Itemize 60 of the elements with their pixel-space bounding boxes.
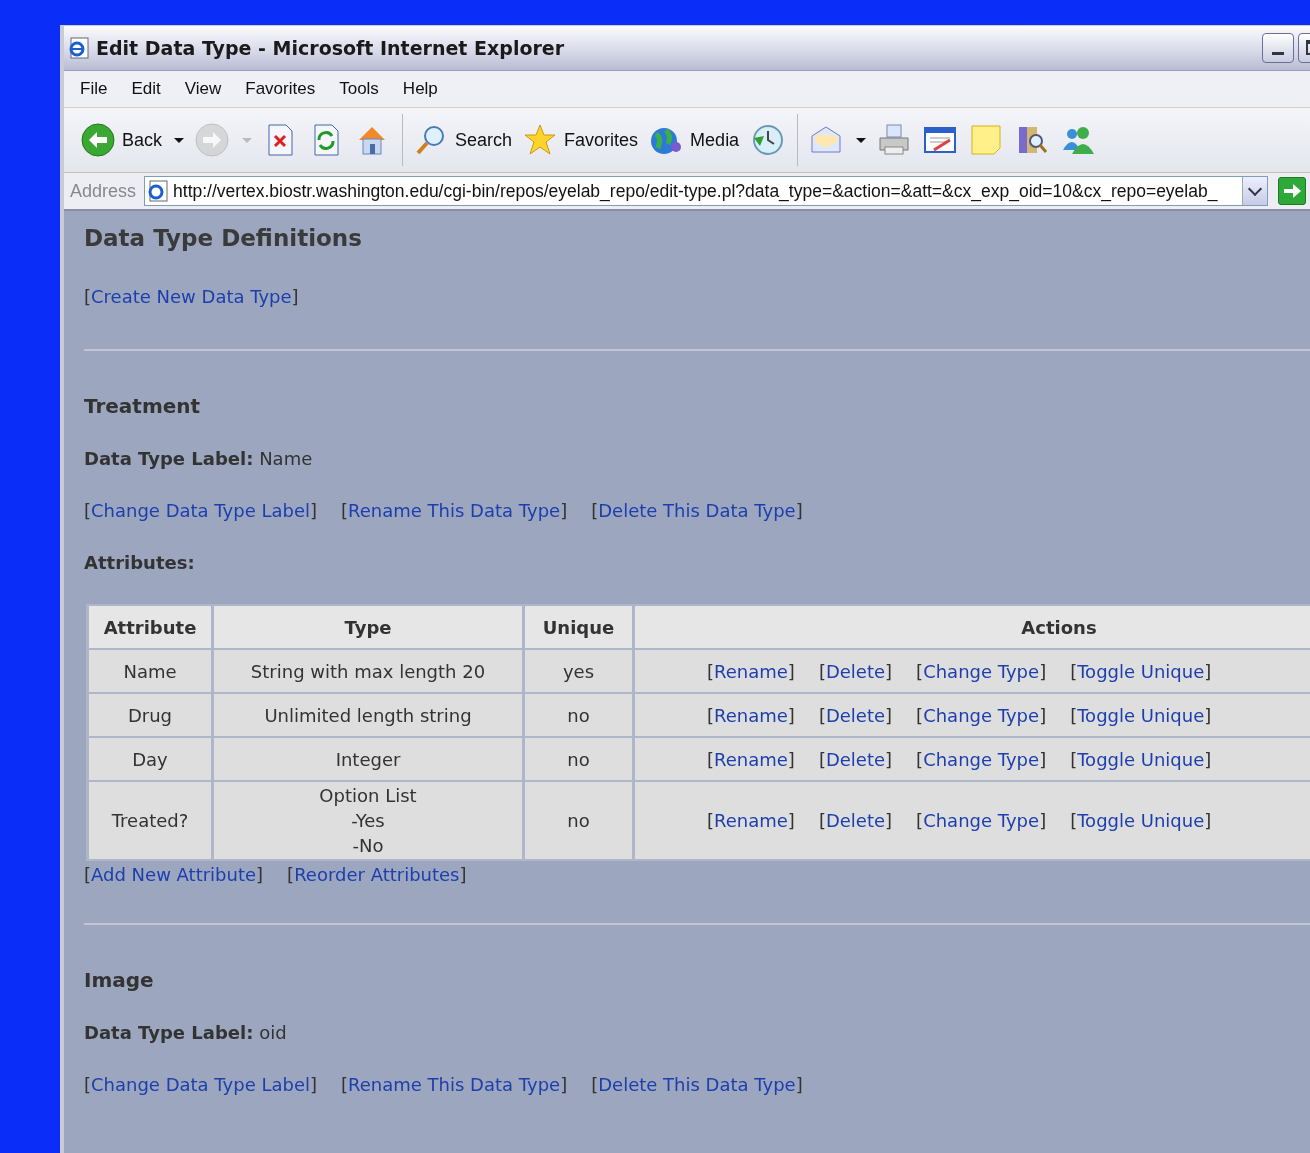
column-header: Unique <box>525 606 632 648</box>
menu-item[interactable]: View <box>172 79 234 99</box>
table-cell: Day <box>89 738 211 780</box>
table-cell: yes <box>525 650 632 692</box>
column-header: Actions <box>635 606 1310 648</box>
action-link[interactable]: [Change Type] <box>916 660 1047 682</box>
action-link[interactable]: [Reorder Attributes] <box>287 864 467 885</box>
data-type-label: Data Type Label: Name <box>84 447 314 471</box>
address-field[interactable]: http://vertex.biostr.washington.edu/cgi-bin/repos/eyelab_repo/edit-type.pl?data_type=&action=&att=&cx_exp_oid=10&cx_repo=eyelab_ <box>144 176 1269 206</box>
action-link[interactable]: [Rename] <box>707 704 795 726</box>
search-button[interactable]: Search <box>409 122 517 158</box>
menu-item[interactable]: Help <box>390 79 450 99</box>
table-cell: Unlimited length string <box>214 694 522 736</box>
action-link[interactable]: [Rename] <box>707 810 795 831</box>
table-cell: no <box>525 738 632 780</box>
column-header: Attribute <box>89 606 211 648</box>
action-link[interactable]: [Rename] <box>707 660 795 682</box>
menu-item[interactable]: File <box>68 79 120 99</box>
action-link[interactable]: [Toggle Unique] <box>1070 810 1212 831</box>
action-link[interactable]: [Rename This Data Type] <box>341 497 568 525</box>
action-link[interactable]: [Delete This Data Type] <box>591 497 803 525</box>
section-heading: Treatment <box>84 393 202 420</box>
page-heading: Data Type Definitions <box>84 225 363 253</box>
table-cell: Option List -Yes -No <box>214 782 522 859</box>
create-link[interactable]: [Create New Data Type] <box>84 286 299 307</box>
action-link[interactable]: [Delete] <box>818 704 893 726</box>
attributes-caption: Attributes: <box>84 551 196 575</box>
action-link[interactable]: [Delete] <box>818 810 893 831</box>
action-link[interactable]: [Toggle Unique] <box>1070 704 1212 726</box>
action-link[interactable]: [Add New Attribute] <box>84 864 264 885</box>
action-link[interactable]: [Change Data Type Label] <box>84 497 318 525</box>
table-cell: Integer <box>214 738 522 780</box>
action-link[interactable]: [Toggle Unique] <box>1070 660 1212 682</box>
action-link[interactable]: [Delete This Data Type] <box>591 1071 803 1099</box>
menu-item[interactable]: Tools <box>327 79 391 99</box>
action-link[interactable]: [Change Type] <box>916 810 1047 831</box>
action-link[interactable]: [Rename This Data Type] <box>341 1071 568 1099</box>
section-heading: Image <box>84 967 155 994</box>
table-cell: Name <box>89 650 211 692</box>
table-cell: no <box>525 782 632 859</box>
action-link[interactable]: [Change Data Type Label] <box>84 1071 318 1099</box>
table-cell: Drug <box>89 694 211 736</box>
window-title: Edit Data Type - Microsoft Internet Explorer <box>96 37 565 59</box>
menu-item[interactable]: Favorites <box>233 79 328 99</box>
action-link[interactable]: [Change Type] <box>916 748 1047 770</box>
address-label: Address <box>70 180 137 202</box>
table-cell: Treated? <box>89 782 211 859</box>
column-header: Type <box>214 606 522 648</box>
media-button[interactable]: Media <box>644 122 744 158</box>
menu-item[interactable]: Edit <box>119 79 173 99</box>
table-cell: String with max length 20 <box>214 650 522 692</box>
data-type-label: Data Type Label: oid <box>84 1021 288 1045</box>
favorites-button[interactable]: Favorites <box>518 122 643 158</box>
back-button[interactable]: Back <box>76 122 189 158</box>
action-link[interactable]: [Change Type] <box>916 704 1047 726</box>
action-link[interactable]: [Delete] <box>818 660 893 682</box>
action-link[interactable]: [Rename] <box>707 748 795 770</box>
action-link[interactable]: [Toggle Unique] <box>1070 748 1212 770</box>
action-link[interactable]: [Delete] <box>818 748 893 770</box>
table-cell: no <box>525 694 632 736</box>
